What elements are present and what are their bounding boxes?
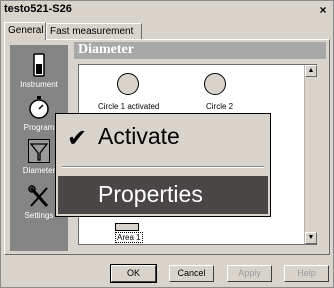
area-1-shape[interactable]: [115, 223, 139, 231]
help-button[interactable]: Help: [284, 265, 329, 282]
tab-general[interactable]: General: [4, 22, 46, 40]
checkmark-icon: ✔: [67, 125, 88, 152]
area-1-label: Area 1: [115, 232, 143, 243]
close-icon[interactable]: ×: [316, 3, 330, 17]
menu-separator: [62, 166, 264, 168]
menu-item-label: Properties: [98, 181, 203, 207]
menu-item-label: Activate: [98, 123, 180, 149]
circle-2-shape[interactable]: [204, 73, 226, 95]
tab-fast-measurement[interactable]: Fast measurement: [46, 23, 142, 39]
apply-button[interactable]: Apply: [227, 265, 272, 282]
menu-item-activate[interactable]: ✔ Activate: [58, 118, 268, 156]
stopwatch-icon: [29, 96, 49, 119]
window-title: testo521-S26: [4, 3, 72, 15]
scroll-down-icon[interactable]: ▼: [305, 232, 317, 244]
ok-button[interactable]: OK: [110, 264, 157, 283]
sidebar-item-label: Instrument: [20, 80, 58, 89]
cancel-button[interactable]: Cancel: [169, 265, 214, 282]
context-menu: ✔ Activate Properties: [55, 113, 271, 217]
circle-1-shape[interactable]: [117, 73, 139, 95]
tools-icon: [28, 185, 49, 207]
circle-1-label: Circle 1 activated: [98, 102, 160, 111]
funnel-icon: [28, 139, 50, 163]
menu-item-properties[interactable]: Properties: [58, 176, 268, 214]
instrument-icon: [33, 53, 45, 77]
dialog-window: testo521-S26 × General Fast measurement …: [0, 0, 334, 288]
sidebar-item-instrument[interactable]: Instrument: [10, 49, 68, 93]
title-bar: testo521-S26 ×: [1, 1, 333, 19]
scroll-up-icon[interactable]: ▲: [305, 65, 317, 77]
circle-2-label: Circle 2: [206, 102, 234, 111]
section-title: Diameter: [78, 42, 134, 57]
section-header: Diameter: [74, 42, 326, 59]
vertical-scrollbar[interactable]: ▲ ▼: [304, 65, 317, 244]
